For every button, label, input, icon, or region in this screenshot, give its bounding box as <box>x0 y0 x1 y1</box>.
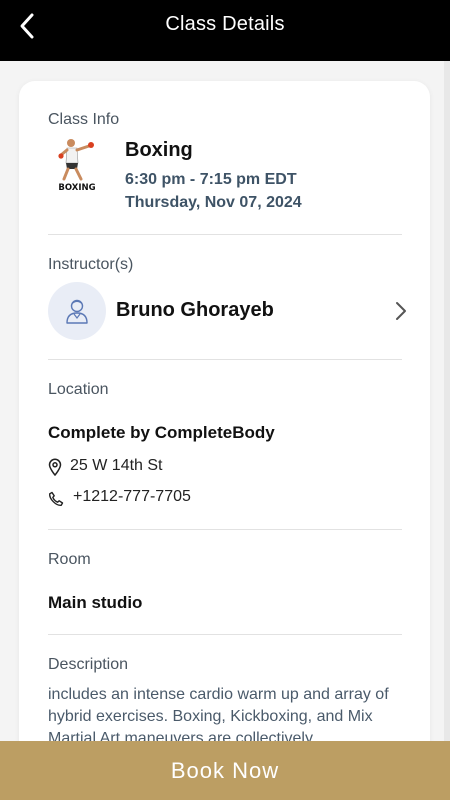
divider <box>48 359 402 360</box>
chevron-right-icon <box>396 302 406 320</box>
boxing-class-image: BOXING <box>58 139 96 193</box>
class-info-label: Class Info <box>48 111 120 128</box>
room-name: Main studio <box>48 593 143 612</box>
divider <box>48 529 402 530</box>
instructor-name: Bruno Ghorayeb <box>116 299 274 321</box>
phone-text: +1212-777-7705 <box>73 488 191 505</box>
address-line[interactable]: 25 W 14th St <box>48 457 348 479</box>
divider <box>48 234 402 235</box>
description-label: Description <box>48 656 129 673</box>
location-label: Location <box>48 381 109 398</box>
class-details-card: Class Info BOXING Boxing 6:30 pm - 7:15 … <box>19 81 430 800</box>
class-name: Boxing <box>125 139 193 161</box>
top-bar: Class Details <box>0 0 450 61</box>
instructor-label: Instructor(s) <box>48 256 134 273</box>
avatar <box>48 282 106 340</box>
location-name: Complete by CompleteBody <box>48 423 275 442</box>
svg-text:BOXING: BOXING <box>58 183 95 193</box>
class-date: Thursday, Nov 07, 2024 <box>125 194 302 211</box>
page-title: Class Details <box>165 13 285 35</box>
book-now-button[interactable]: Book Now <box>0 741 450 800</box>
class-time: 6:30 pm - 7:15 pm EDT <box>125 171 297 188</box>
instructor-row[interactable]: Bruno Ghorayeb <box>48 282 408 340</box>
divider <box>48 634 402 635</box>
scrollbar[interactable] <box>444 61 450 741</box>
phone-icon <box>49 491 64 506</box>
map-pin-icon <box>48 458 62 476</box>
room-label: Room <box>48 551 91 568</box>
address-text: 25 W 14th St <box>70 457 163 474</box>
user-icon <box>66 299 88 324</box>
phone-line[interactable]: +1212-777-7705 <box>48 488 348 510</box>
